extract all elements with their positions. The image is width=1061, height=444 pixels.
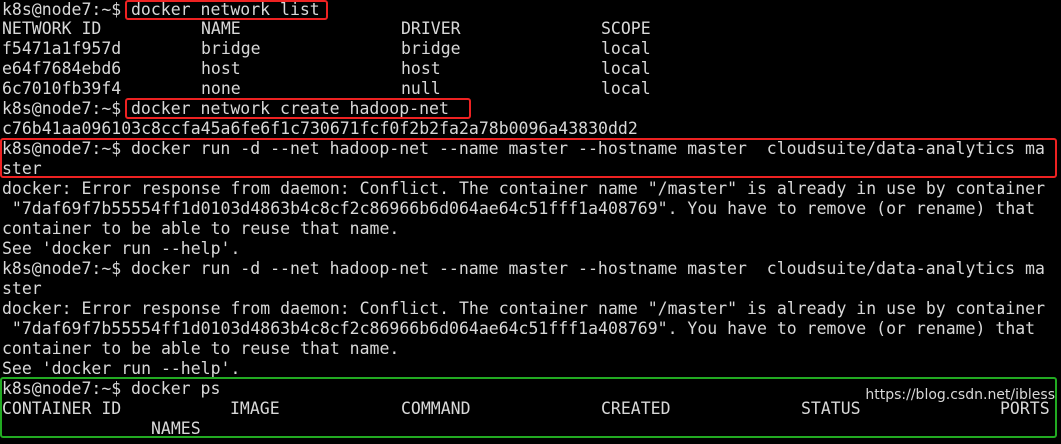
column-header: SCOPE [601,19,651,38]
network-scope: local [601,39,651,58]
error-text: docker: Error response from daemon: Conf… [2,179,1046,198]
command-highlight-box [125,98,471,119]
network-driver: bridge [401,39,461,58]
terminal-window[interactable]: k8s@node7:~$ docker network list NETWORK … [0,0,1061,444]
command-text-wrap: ster [2,279,42,298]
network-id: e64f7684ebd6 [2,59,122,78]
error-output: "7daf69f7b55554ff1d0103d4863b4c8cf2c8696… [2,319,1035,339]
terminal-line: k8s@node7:~$ docker network list [2,0,320,20]
watermark: https://blog.csdn.net/ibless [865,387,1055,403]
network-id: f5471a1f957d [2,39,122,58]
error-output: See 'docker run --help'. [2,239,240,259]
network-name: none [201,79,241,98]
error-output: container to be able to reuse that name. [2,219,399,239]
command-highlight-box [125,0,328,20]
error-output: docker: Error response from daemon: Conf… [2,299,1045,319]
network-id: 6c7010fb39f4 [2,79,122,98]
error-text: "7daf69f7b55554ff1d0103d4863b4c8cf2c8696… [2,319,1036,338]
command-highlight-box [0,138,1057,178]
column-header: DRIVER [401,19,461,38]
network-name: bridge [201,39,261,58]
error-text: "7daf69f7b55554ff1d0103d4863b4c8cf2c8696… [2,199,1036,218]
table-row: e64f7684ebd6 host host local [2,59,651,79]
terminal-line-wrap: ster [2,279,42,299]
error-output: docker: Error response from daemon: Conf… [2,179,1045,199]
terminal-line: k8s@node7:~$ docker run -d --net hadoop-n… [2,259,1045,279]
shell-prompt: k8s@node7:~$ [2,259,122,278]
column-header: NETWORK ID [2,19,102,38]
error-text: container to be able to reuse that name. [2,219,400,238]
network-name: host [201,59,241,78]
column-header: NAME [201,19,241,38]
error-output: See 'docker run --help'. [2,359,240,379]
error-text: container to be able to reuse that name. [2,339,400,358]
error-output: container to be able to reuse that name. [2,339,399,359]
error-text: See 'docker run --help'. [2,239,241,258]
error-text: docker: Error response from daemon: Conf… [2,299,1046,318]
cut-off-line [0,437,1061,444]
command-text: docker run -d --net hadoop-net --name ma… [131,259,1045,278]
table-header-row: NETWORK ID NAME DRIVER SCOPE [2,19,651,39]
network-driver: host [401,59,441,78]
network-scope: local [601,79,651,98]
network-driver: null [401,79,441,98]
error-output: "7daf69f7b55554ff1d0103d4863b4c8cf2c8696… [2,199,1035,219]
terminal-line: k8s@node7:~$ docker network create hadoop… [2,99,449,119]
command-output: c76b41aa096103c8ccfa45a6fe6f1c730671fcf0… [2,119,638,139]
network-scope: local [601,59,651,78]
shell-prompt: k8s@node7:~$ [2,0,122,19]
table-row: f5471a1f957d bridge bridge local [2,39,651,59]
shell-prompt: k8s@node7:~$ [2,99,122,118]
table-row: 6c7010fb39f4 none null local [2,79,651,99]
network-hash: c76b41aa096103c8ccfa45a6fe6f1c730671fcf0… [2,119,638,138]
error-text: See 'docker run --help'. [2,359,241,378]
